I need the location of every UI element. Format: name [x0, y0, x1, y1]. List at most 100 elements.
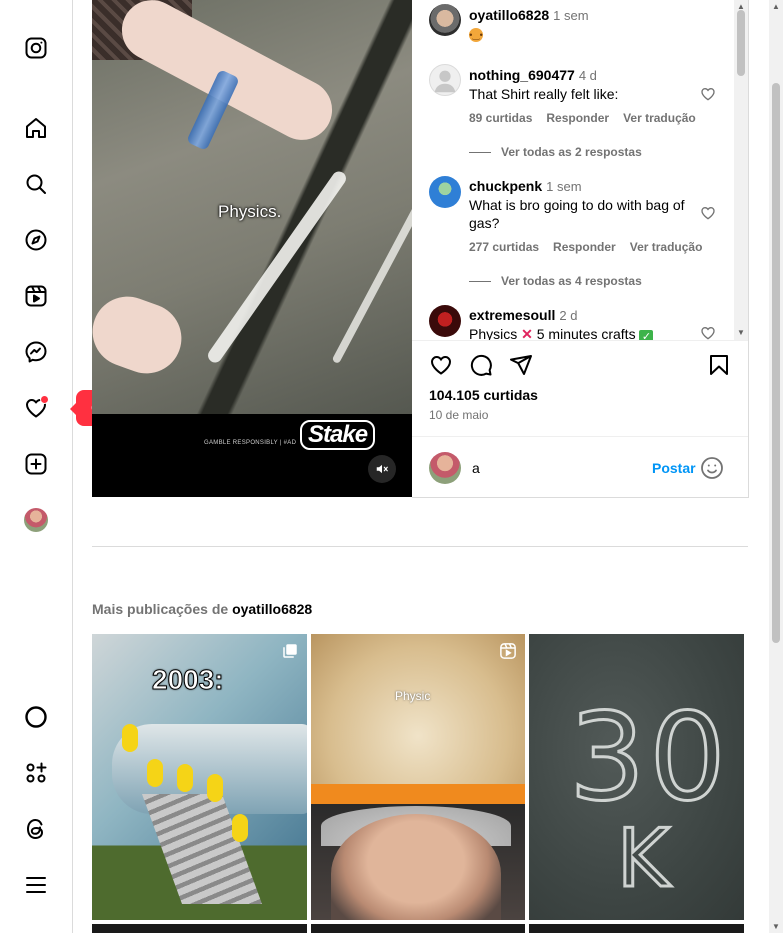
comment-likes[interactable]: 89 curtidas — [469, 111, 532, 125]
page-scroll-down[interactable]: ▼ — [772, 922, 780, 931]
default-avatar-icon — [434, 70, 456, 93]
comment-text-part: Physics — [469, 326, 518, 341]
composer-avatar — [429, 452, 461, 484]
comment-username[interactable]: extremesoull 2 d — [469, 307, 577, 323]
comment-input[interactable] — [472, 457, 632, 479]
comment-composer: Postar — [412, 436, 748, 498]
scroll-down-arrow[interactable]: ▼ — [737, 328, 745, 337]
comment-like-icon[interactable] — [700, 86, 716, 102]
comment-text-part: 5 minutes crafts — [536, 326, 636, 341]
comment-icon[interactable] — [469, 353, 493, 377]
section-divider — [92, 546, 748, 547]
more-posts-username[interactable]: oyatillo6828 — [232, 601, 312, 617]
emoji-icon[interactable] — [700, 456, 724, 480]
more-posts-heading: Mais publicações de oyatillo6828 — [92, 601, 312, 617]
post-date: 10 de maio — [429, 408, 489, 422]
comment-time: 4 d — [578, 68, 597, 83]
reply-button[interactable]: Responder — [546, 111, 609, 125]
view-replies-button[interactable]: Ver todas as 4 respostas — [469, 274, 642, 288]
comment-time: 1 sem — [546, 179, 582, 194]
grid-post-caption: 30 — [568, 688, 730, 830]
post-button[interactable]: Postar — [652, 460, 696, 476]
grid-post[interactable]: 30 K — [529, 634, 744, 920]
sand-bowl — [311, 634, 525, 804]
search-icon[interactable] — [22, 170, 50, 198]
character — [177, 764, 193, 792]
mute-button[interactable] — [368, 455, 396, 483]
grid-post-next[interactable] — [311, 924, 525, 933]
threads-icon[interactable] — [22, 815, 50, 843]
author-avatar[interactable] — [429, 4, 461, 36]
ad-disclaimer: GAMBLE RESPONSIBLY | #AD — [204, 440, 297, 446]
stake-logo: Stake — [300, 420, 376, 450]
page-scroll-thumb[interactable] — [772, 83, 780, 643]
character — [147, 759, 163, 787]
comment-meta: 277 curtidas Responder Ver tradução — [469, 240, 702, 254]
reply-button[interactable]: Responder — [553, 240, 616, 254]
share-icon[interactable] — [509, 353, 533, 377]
video-frame: Physics. — [92, 0, 412, 414]
sidebar — [0, 0, 73, 933]
post-video[interactable]: Physics. GAMBLE RESPONSIBLY | #AD Stake — [92, 0, 412, 497]
author-username[interactable]: oyatillo6828 1 sem — [469, 7, 589, 23]
comment-time: 2 d — [559, 308, 578, 323]
explore-icon[interactable] — [22, 226, 50, 254]
threads-circle-icon[interactable] — [22, 703, 50, 731]
grid-post[interactable]: 2003: — [92, 634, 307, 920]
grid-post[interactable]: Physic — [311, 634, 525, 920]
menu-icon[interactable] — [22, 871, 50, 899]
foam-trail — [205, 168, 349, 366]
translate-button[interactable]: Ver tradução — [630, 240, 703, 254]
comment-text: That Shirt really felt like: — [469, 86, 619, 102]
grid-post-caption-2: K — [615, 811, 670, 907]
comment-like-icon[interactable] — [700, 205, 716, 221]
translate-button[interactable]: Ver tradução — [623, 111, 696, 125]
comment-text: What is bro going to do with bag of gas? — [469, 197, 685, 231]
view-replies-button[interactable]: Ver todas as 2 respostas — [469, 145, 642, 159]
comments-scroll-thumb[interactable] — [737, 10, 745, 76]
reels-icon[interactable] — [22, 282, 50, 310]
comment-username[interactable]: chuckpenk 1 sem — [469, 178, 582, 194]
more-posts-label: Mais publicações de — [92, 601, 229, 617]
grid-post-next[interactable] — [92, 924, 307, 933]
character — [232, 814, 248, 842]
messenger-icon[interactable] — [22, 338, 50, 366]
comment-username[interactable]: nothing_690477 4 d — [469, 67, 597, 83]
comments-panel: oyatillo6828 1 sem •‿• nothing_690477 4 d … — [412, 0, 749, 498]
comment-likes[interactable]: 277 curtidas — [469, 240, 539, 254]
post-actions — [412, 340, 748, 390]
notifications-heart-icon[interactable] — [22, 394, 50, 422]
comment-avatar[interactable] — [429, 64, 461, 96]
grid-post-caption: Physic — [395, 689, 431, 703]
character — [122, 724, 138, 752]
instagram-icon[interactable] — [22, 34, 50, 62]
foam-trail-2 — [331, 183, 412, 365]
video-caption: Physics. — [218, 202, 282, 221]
grid-post-caption: 2003: — [152, 664, 225, 696]
likes-count[interactable]: 104.105 curtidas — [429, 387, 538, 403]
comments-scrollbar[interactable]: ▲ ▼ — [734, 0, 748, 340]
comment-text: Physics ✕ 5 minutes crafts ✓ — [469, 325, 694, 341]
like-icon[interactable] — [429, 353, 453, 377]
save-icon[interactable] — [707, 353, 731, 377]
comment-avatar[interactable] — [429, 176, 461, 208]
profile-avatar[interactable] — [24, 508, 48, 532]
reel-icon — [500, 643, 516, 659]
hand — [92, 286, 192, 384]
notification-dot — [40, 395, 49, 404]
grid-post-next[interactable] — [529, 924, 744, 933]
home-icon[interactable] — [22, 114, 50, 142]
comment-like-icon[interactable] — [700, 325, 716, 341]
face-emoji: •‿• — [469, 28, 483, 42]
apps-icon[interactable] — [22, 759, 50, 787]
cross-mark-emoji: ✕ — [521, 326, 533, 341]
page-scrollbar[interactable]: ▲ ▼ — [769, 0, 783, 933]
carousel-icon — [283, 644, 297, 658]
page-scroll-up[interactable]: ▲ — [772, 2, 780, 11]
author-time: 1 sem — [553, 8, 589, 23]
comment-avatar[interactable] — [429, 305, 461, 337]
author-caption: •‿• — [469, 24, 694, 42]
create-icon[interactable] — [22, 450, 50, 478]
comments-list[interactable]: oyatillo6828 1 sem •‿• nothing_690477 4 d … — [412, 0, 748, 341]
character — [207, 774, 223, 802]
